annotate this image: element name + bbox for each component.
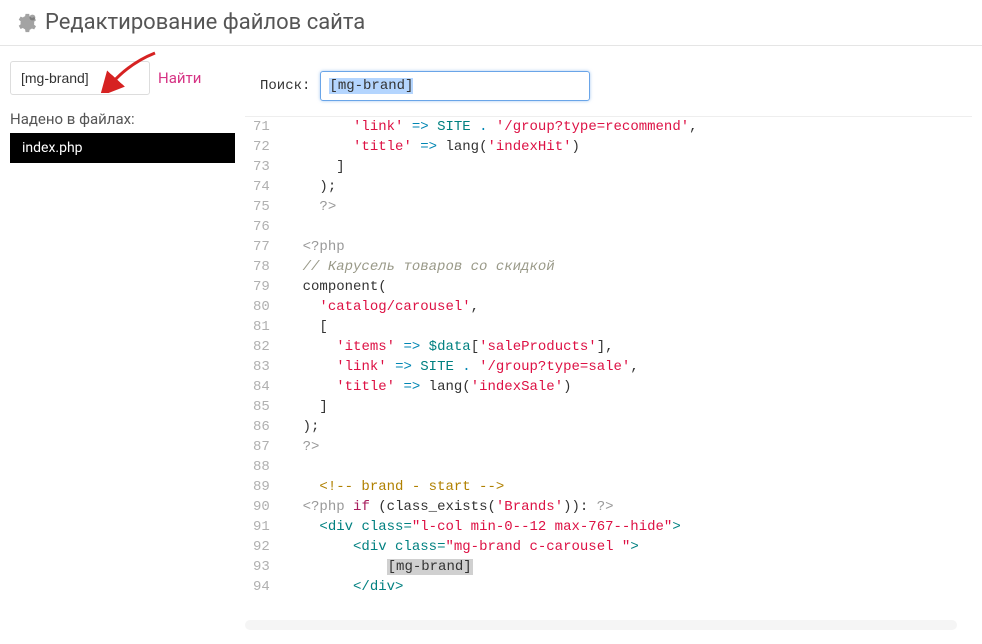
horizontal-scrollbar[interactable]	[245, 620, 957, 630]
sidebar-search-input[interactable]	[10, 61, 150, 95]
file-item[interactable]: index.php	[10, 133, 235, 163]
editor-search-label: Поиск:	[260, 78, 310, 94]
page-title: Редактирование файлов сайта	[45, 10, 365, 35]
find-button[interactable]: Найти	[158, 69, 201, 87]
gear-icon	[15, 12, 37, 34]
page-header: Редактирование файлов сайта	[0, 0, 982, 46]
found-in-files-label: Надено в файлах:	[10, 110, 235, 128]
sidebar: Найти Надено в файлах: index.php	[0, 46, 245, 640]
editor-search-input[interactable]: [mg-brand]	[320, 71, 590, 101]
file-list: index.php	[10, 133, 235, 163]
editor-panel: Поиск: [mg-brand] 7172737475767778798081…	[245, 46, 982, 640]
code-editor[interactable]: 7172737475767778798081828384858687888990…	[245, 116, 972, 615]
